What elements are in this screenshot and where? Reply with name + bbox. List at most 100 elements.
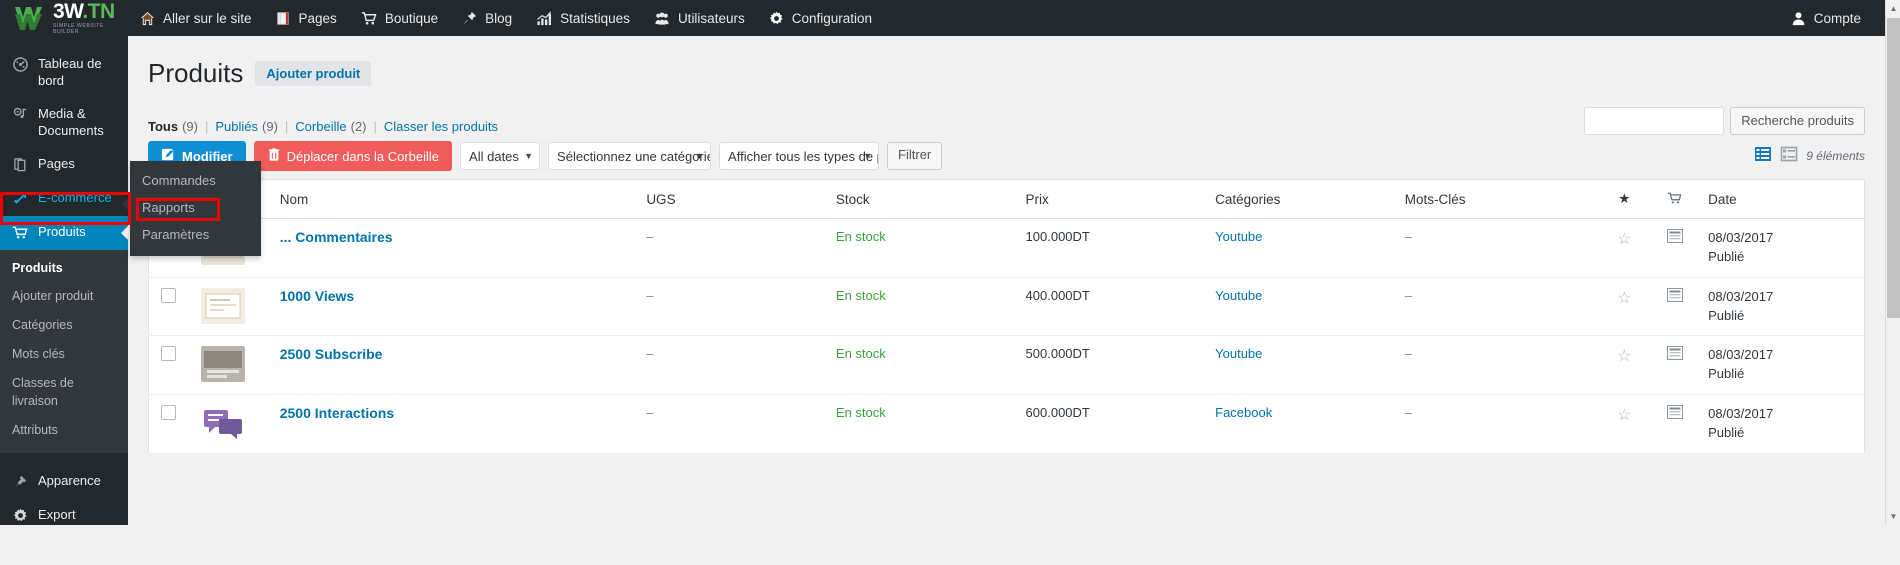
product-type-icon (1666, 229, 1683, 246)
price-value: 500.000DT (1025, 346, 1090, 362)
excerpt-view-icon[interactable] (1780, 145, 1798, 166)
adminbar-item-statistiques[interactable]: Statistiques (524, 0, 642, 36)
column-header-prix[interactable]: Prix (1017, 179, 1208, 219)
product-title-link[interactable]: 2500 Subscribe (280, 346, 383, 362)
chevron-down-icon: ▼ (695, 151, 705, 161)
star-icon[interactable]: ☆ (1617, 348, 1631, 365)
gear-icon (10, 507, 30, 523)
move-to-trash-button[interactable]: Déplacer dans la Corbeille (253, 141, 453, 171)
row-tags-cell: – (1396, 218, 1599, 278)
tags-value: – (1404, 346, 1412, 362)
column-header-date[interactable]: Date (1700, 179, 1865, 219)
category-link[interactable]: Facebook (1215, 405, 1272, 420)
row-featured-cell: ☆ (1599, 218, 1650, 278)
sidebar-item-media-documents[interactable]: Media & Documents (0, 98, 128, 148)
submenu-item-attributs[interactable]: Attributs (0, 416, 128, 445)
product-title-link[interactable]: 2500 Interactions (280, 405, 394, 421)
submenu-item-categories[interactable]: Catégories (0, 311, 128, 340)
sidebar-item-pages[interactable]: Pages (0, 148, 128, 182)
column-header-categories[interactable]: Catégories (1207, 179, 1397, 219)
filter-button[interactable]: Filtrer (887, 142, 943, 170)
scrollbar-thumb[interactable] (1887, 18, 1900, 318)
star-icon[interactable]: ☆ (1617, 407, 1631, 424)
flyout-item-rapports[interactable]: Rapports (130, 194, 261, 221)
adminbar-item-blog[interactable]: Blog (450, 0, 524, 36)
row-checkbox[interactable] (161, 287, 176, 303)
chevron-down-icon: ▼ (524, 151, 534, 161)
row-stock-cell: En stock (827, 394, 1018, 454)
column-header-mots-cles[interactable]: Mots-Clés (1396, 179, 1599, 219)
adminbar-item-utilisateurs[interactable]: Utilisateurs (642, 0, 757, 36)
filter-link-tous[interactable]: Tous (148, 119, 178, 134)
category-link[interactable]: Youtube (1215, 229, 1262, 244)
category-filter-select[interactable]: Sélectionnez une catégorie ▼ (548, 142, 712, 170)
row-featured-cell: ☆ (1599, 394, 1650, 454)
search-button[interactable]: Recherche produits (1730, 107, 1865, 135)
chevron-down-icon: ▼ (863, 151, 873, 161)
search-input[interactable] (1584, 107, 1725, 135)
sidebar-item-export-structure-theme[interactable]: Export Structure Theme (0, 499, 128, 565)
adminbar-label: Blog (485, 10, 513, 26)
star-icon[interactable]: ☆ (1617, 290, 1631, 307)
category-link[interactable]: Youtube (1215, 288, 1262, 303)
logo-mark-icon (14, 5, 48, 31)
submenu-item-ajouter-produit[interactable]: Ajouter produit (0, 282, 128, 311)
scroll-down-arrow[interactable]: ▼ (1886, 508, 1900, 525)
flyout-arrow (122, 196, 130, 212)
column-header-stock[interactable]: Stock (827, 179, 1018, 219)
list-view-icon[interactable] (1754, 145, 1772, 166)
adminbar-item-account[interactable]: Compte (1779, 0, 1873, 36)
row-thumbnail-cell (193, 335, 272, 396)
flyout-item-commandes[interactable]: Commandes (130, 167, 261, 194)
site-logo[interactable]: 3W.TN SIMPLE WEBSITE BUILDER (0, 0, 128, 36)
adminbar-item-boutique[interactable]: Boutique (349, 0, 450, 36)
scroll-up-arrow[interactable]: ▲ (1886, 0, 1900, 17)
row-date-cell: 08/03/2017 Publié (1700, 335, 1865, 396)
submenu-item-mots-cles[interactable]: Mots clés (0, 340, 128, 369)
sidebar-item-tableau-de-bord[interactable]: Tableau de bord (0, 48, 128, 98)
sidebar-item-apparence[interactable]: Apparence (0, 465, 128, 499)
sidebar-item-produits[interactable]: Produits (0, 215, 129, 250)
category-link[interactable]: Youtube (1215, 346, 1262, 361)
product-thumbnail[interactable] (201, 405, 246, 442)
row-price-cell: 100.000DT (1017, 218, 1208, 278)
ugs-value: – (646, 346, 654, 362)
adminbar-item-site[interactable]: Aller sur le site (128, 0, 264, 36)
sidebar: Tableau de bord Media & Documents Pages … (0, 36, 129, 556)
row-checkbox[interactable] (161, 346, 176, 362)
row-name-cell: 2500 Subscribe (271, 335, 639, 396)
logo-tagline: SIMPLE WEBSITE BUILDER (53, 23, 104, 35)
column-header-ugs[interactable]: UGS (638, 179, 828, 219)
adminbar-item-configuration[interactable]: Configuration (757, 0, 884, 36)
row-checkbox[interactable] (161, 405, 176, 421)
media-icon (10, 106, 30, 122)
page-scrollbar[interactable]: ▲ ▼ (1885, 0, 1900, 525)
date-value: 08/03/2017 (1708, 230, 1774, 245)
add-product-button[interactable]: Ajouter produit (255, 61, 372, 86)
row-price-cell: 500.000DT (1017, 335, 1208, 396)
filter-link-classer-les-produits[interactable]: Classer les produits (384, 119, 498, 134)
sidebar-label: Apparence (38, 472, 101, 488)
sidebar-item-e-commerce[interactable]: E-commerce (0, 182, 128, 216)
flyout-item-parametres[interactable]: Paramètres (130, 221, 261, 248)
product-title-link[interactable]: ... Commentaires (280, 229, 393, 245)
table-row: ... Commentaires – En stock 100.000DT Yo… (148, 218, 1865, 278)
adminbar-item-pages[interactable]: Pages (264, 0, 349, 36)
product-thumbnail[interactable] (201, 346, 246, 383)
page-header: Produits Ajouter produit (148, 46, 1865, 89)
logo-text-main: 3W (53, 0, 83, 24)
filter-link-corbeille[interactable]: Corbeille (295, 119, 346, 134)
column-header-nom[interactable]: Nom (271, 179, 639, 219)
gear-icon (769, 10, 784, 26)
star-icon[interactable]: ☆ (1617, 231, 1631, 248)
date-filter-select[interactable]: All dates ▼ (460, 142, 541, 170)
column-header-featured[interactable]: ★ (1599, 179, 1650, 219)
type-filter-select[interactable]: Afficher tous les types de p ▼ (719, 142, 880, 170)
filter-link-publies[interactable]: Publiés (215, 119, 258, 134)
cart-icon (1667, 192, 1682, 208)
product-thumbnail[interactable] (201, 287, 246, 324)
submenu-item-produits[interactable]: Produits (0, 254, 128, 283)
row-tags-cell: – (1396, 335, 1599, 396)
submenu-item-classes-de-livraison[interactable]: Classes de livraison (0, 369, 128, 417)
product-title-link[interactable]: 1000 Views (280, 288, 354, 304)
